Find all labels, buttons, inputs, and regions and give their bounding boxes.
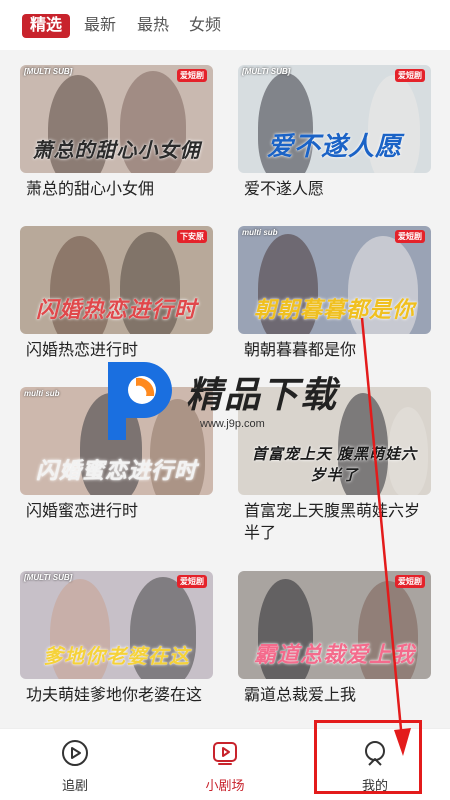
tab-hottest[interactable]: 最热 — [137, 14, 169, 38]
platform-badge: 爱短剧 — [177, 575, 207, 588]
watermark-logo-icon — [108, 362, 172, 440]
drama-title[interactable]: 首富宠上天腹黑萌娃六岁半了 — [244, 501, 429, 545]
platform-badge: 爱短剧 — [395, 230, 425, 243]
nav-item-theater[interactable]: 小剧场 — [150, 729, 300, 800]
annotation-highlight-box — [314, 720, 422, 794]
drama-title[interactable]: 萧总的甜心小女佣 — [26, 179, 211, 201]
multi-sub-badge: multi sub — [242, 228, 278, 237]
poster-title: 首富宠上天 腹黑萌娃六岁半了 — [251, 446, 418, 484]
drama-thumbnail[interactable]: [MULTI SUB] 爱短剧 萧总的甜心小女佣 — [20, 65, 213, 173]
drama-thumbnail[interactable]: multi sub 爱短剧 朝朝暮暮都是你 — [238, 226, 431, 334]
platform-badge: 爱短剧 — [395, 69, 425, 82]
platform-badge: 下安原 — [177, 230, 207, 243]
drama-thumbnail[interactable]: 爱短剧 霸道总裁爱上我 — [238, 571, 431, 679]
tab-featured[interactable]: 精选 — [22, 14, 71, 38]
nav-item-follow[interactable]: 追剧 — [0, 729, 150, 800]
poster-title: 爹地你老婆在这 — [43, 646, 190, 668]
platform-badge: 爱短剧 — [395, 575, 425, 588]
drama-title[interactable]: 闪婚蜜恋进行时 — [26, 501, 211, 523]
tab-latest[interactable]: 最新 — [84, 14, 116, 38]
drama-thumbnail[interactable]: 下安原 闪婚热恋进行时 — [20, 226, 213, 334]
play-circle-icon — [62, 740, 88, 766]
play-square-icon — [213, 742, 237, 765]
drama-thumbnail[interactable]: [MULTI SUB] 爱短剧 爹地你老婆在这 — [20, 571, 213, 679]
drama-title[interactable]: 霸道总裁爱上我 — [244, 685, 429, 707]
drama-title[interactable]: 功夫萌娃爹地你老婆在这 — [26, 685, 211, 707]
multi-sub-badge: [MULTI SUB] — [24, 573, 73, 582]
platform-badge: 爱短剧 — [177, 69, 207, 82]
watermark: 精品下载 www.j9p.com — [100, 358, 390, 448]
poster-title: 闪婚热恋进行时 — [35, 297, 197, 322]
nav-label: 小剧场 — [205, 778, 245, 793]
watermark-text: 精品下载 — [186, 374, 339, 415]
poster-title: 朝朝暮暮都是你 — [253, 297, 415, 322]
multi-sub-badge: multi sub — [24, 389, 60, 398]
poster-title: 爱不遂人愿 — [266, 131, 402, 161]
drama-thumbnail[interactable]: [MULTI SUB] 爱短剧 爱不遂人愿 — [238, 65, 431, 173]
tab-female[interactable]: 女频 — [189, 14, 221, 38]
multi-sub-badge: [MULTI SUB] — [24, 67, 73, 76]
nav-label: 追剧 — [61, 778, 88, 793]
poster-title: 闪婚蜜恋进行时 — [35, 458, 197, 483]
watermark-url: www.j9p.com — [200, 418, 265, 430]
drama-title[interactable]: 爱不遂人愿 — [244, 179, 429, 201]
poster-title: 霸道总裁爱上我 — [253, 642, 415, 667]
poster-title: 萧总的甜心小女佣 — [32, 140, 201, 162]
multi-sub-badge: [MULTI SUB] — [242, 67, 291, 76]
top-tab-bar: 精选 最新 最热 女频 — [0, 0, 450, 50]
